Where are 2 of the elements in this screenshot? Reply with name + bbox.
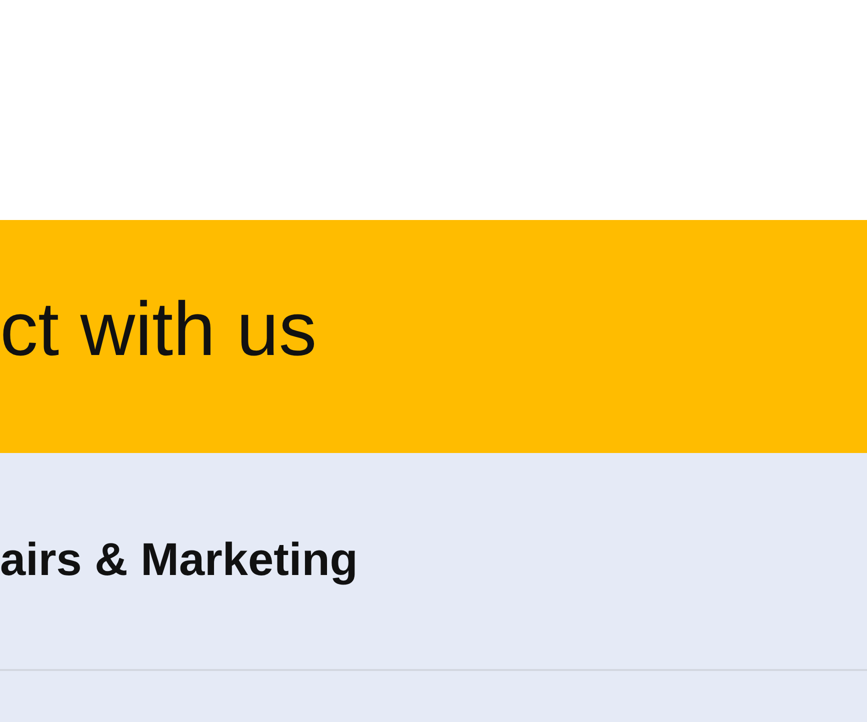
list-item-label: airs & Marketing <box>0 532 358 587</box>
banner-heading: ct with us <box>0 292 317 368</box>
